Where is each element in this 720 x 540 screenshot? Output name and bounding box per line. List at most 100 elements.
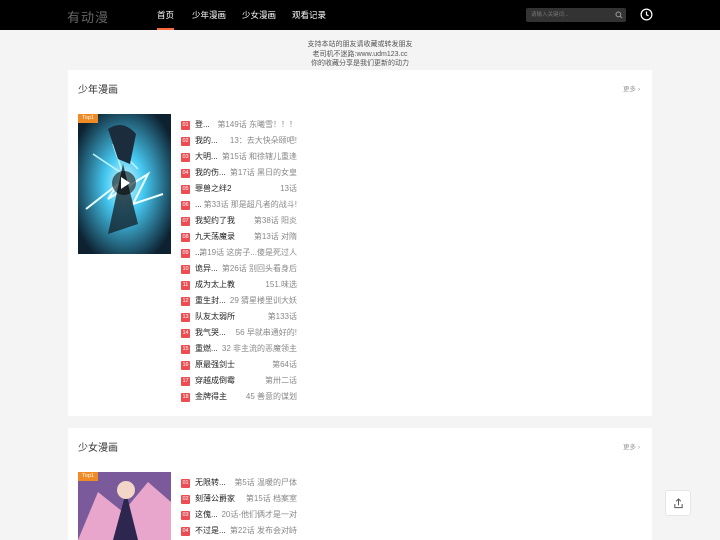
chapter-label[interactable]: 32 非主流的恶魔领主	[222, 343, 297, 355]
list-item[interactable]: 16 原最强剑士 第64话	[181, 358, 297, 372]
chapter-label[interactable]: 13：去大快朵颐吧!	[230, 135, 297, 147]
list-item[interactable]: 05 罪兽之绊2 13话	[181, 182, 297, 196]
rank-number: 02	[181, 137, 190, 146]
comic-title[interactable]: ...	[195, 199, 202, 211]
list-item[interactable]: 04 不过是... 第22话 发布会对峙	[181, 524, 297, 538]
clock-icon[interactable]	[640, 8, 653, 21]
rank-badge: Top1	[78, 472, 98, 481]
more-link[interactable]: 更多 ›	[623, 83, 640, 93]
list-item[interactable]: 01 无限转... 第5话 温暖的尸体	[181, 476, 297, 490]
rank-number: 05	[181, 185, 190, 194]
rank-number: 04	[181, 527, 190, 536]
comic-title[interactable]: 重燃...	[195, 343, 218, 355]
chapter-label[interactable]: 第64话	[272, 359, 297, 371]
rank-number: 11	[181, 281, 190, 290]
notice-line: 支持本站的朋友请收藏或转发朋友	[307, 41, 413, 48]
chapter-label[interactable]: 第33话 那是超凡者的战斗!	[204, 199, 297, 211]
rank-number: 15	[181, 345, 190, 354]
chapter-label[interactable]: 第149话 东曦雪！！！	[217, 119, 297, 131]
comic-title[interactable]: 队友太弱所	[195, 311, 235, 323]
list-item[interactable]: 13 队友太弱所 第133话	[181, 310, 297, 324]
share-button[interactable]	[665, 490, 691, 516]
chapter-label[interactable]: 第卅二话	[265, 375, 297, 387]
rank-number: 07	[181, 217, 190, 226]
share-icon	[674, 498, 683, 509]
chapter-label[interactable]: 第133话	[268, 311, 297, 323]
search-input[interactable]	[526, 8, 612, 22]
cover-image[interactable]: Top1	[78, 472, 171, 540]
play-icon[interactable]	[112, 171, 136, 195]
chapter-label[interactable]: 29 猜星楼里训大妖	[230, 295, 297, 307]
rank-number: 06	[181, 201, 190, 210]
more-link[interactable]: 更多 ›	[623, 441, 640, 451]
cover-image[interactable]: Top1	[78, 114, 171, 254]
chapter-label[interactable]: 第38话 阳炎	[254, 215, 297, 227]
rank-number: 10	[181, 265, 190, 274]
chapter-label[interactable]: 第15话 和徐辖儿重逢	[222, 151, 297, 163]
rank-number: 16	[181, 361, 190, 370]
chapter-label[interactable]: 20话-他们俩才是一对	[221, 509, 297, 521]
comic-title[interactable]: 这傀...	[195, 509, 218, 521]
comic-title[interactable]: 我的...	[195, 135, 218, 147]
list-item[interactable]: 01 登... 第149话 东曦雪！！！	[181, 118, 297, 132]
chapter-label[interactable]: 第17话 黑日的女皇	[230, 167, 297, 179]
chapter-label[interactable]: 13话	[280, 183, 297, 195]
list-item[interactable]: 02 刻薄公爵家 第15话 档案室	[181, 492, 297, 506]
comic-title[interactable]: 九天荡魔录	[195, 231, 235, 243]
list-item[interactable]: 14 我气哭... 56 早就串通好的!	[181, 326, 297, 340]
rank-number: 14	[181, 329, 190, 338]
comic-title[interactable]: 原最强剑士	[195, 359, 235, 371]
comic-title[interactable]: 重生封...	[195, 295, 226, 307]
nav-home[interactable]: 首页	[157, 0, 175, 30]
list-item[interactable]: 02 我的... 13：去大快朵颐吧!	[181, 134, 297, 148]
comic-title[interactable]: 我契约了我	[195, 215, 235, 227]
chapter-label[interactable]: 第13话 对隋	[254, 231, 297, 243]
comic-title[interactable]: 无限转...	[195, 477, 226, 489]
comic-title[interactable]: 穿越成倒霉	[195, 375, 235, 387]
list-item[interactable]: 09... 第19话 这房子...傻是死过人	[181, 246, 297, 260]
comic-title[interactable]: 我的伤...	[195, 167, 226, 179]
site-logo[interactable]: 有动漫	[67, 7, 109, 26]
rank-number: 01	[181, 479, 190, 488]
top-bar: 有动漫 首页 少年漫画 少女漫画 观看记录	[0, 0, 720, 30]
list-item[interactable]: 06... 第33话 那是超凡者的战斗!	[181, 198, 297, 212]
chapter-label[interactable]: 151.味选	[265, 279, 297, 291]
notice-line: 老司机不迷路:www.udm123.cc	[312, 50, 408, 58]
list-item[interactable]: 08 九天荡魔录 第13话 对隋	[181, 230, 297, 244]
list-item[interactable]: 03 这傀... 20话-他们俩才是一对	[181, 508, 297, 522]
list-item[interactable]: 11 成为太上教 151.味选	[181, 278, 297, 292]
chapter-label[interactable]: 56 早就串通好的!	[236, 327, 297, 339]
comic-title[interactable]: 大明...	[195, 151, 218, 163]
notice-line: 你的收藏分享是我们更新的动力	[311, 60, 409, 67]
comic-title[interactable]: 登...	[195, 119, 210, 131]
list-item[interactable]: 17 穿越成倒霉 第卅二话	[181, 374, 297, 388]
notice-banner: 支持本站的朋友请收藏或转发朋友 老司机不迷路:www.udm123.cc 你的收…	[0, 40, 720, 69]
chapter-label[interactable]: 第15话 档案室	[246, 493, 297, 505]
nav-shonen[interactable]: 少年漫画	[192, 0, 226, 30]
chapter-label[interactable]: 第22话 发布会对峙	[230, 525, 297, 537]
comic-title[interactable]: 诡异...	[195, 263, 218, 275]
nav-shojo[interactable]: 少女漫画	[242, 0, 276, 30]
comic-title[interactable]: 刻薄公爵家	[195, 493, 235, 505]
chapter-label[interactable]: 第5话 温暖的尸体	[234, 477, 297, 489]
list-item[interactable]: 03 大明... 第15话 和徐辖儿重逢	[181, 150, 297, 164]
list-item[interactable]: 12 重生封... 29 猜星楼里训大妖	[181, 294, 297, 308]
list-item[interactable]: 18 金牌得主 45 善意的谋划	[181, 390, 297, 404]
chapter-label[interactable]: 第19话 这房子...傻是死过人	[199, 247, 297, 259]
rank-number: 17	[181, 377, 190, 386]
comic-title[interactable]: 我气哭...	[195, 327, 226, 339]
list-item[interactable]: 04 我的伤... 第17话 黑日的女皇	[181, 166, 297, 180]
rank-number: 08	[181, 233, 190, 242]
comic-title[interactable]: 罪兽之绊2	[195, 183, 231, 195]
chapter-label[interactable]: 45 善意的谋划	[246, 391, 297, 403]
list-item[interactable]: 10 诡异... 第26话 别回头看身后	[181, 262, 297, 276]
comic-title[interactable]: 金牌得主	[195, 391, 227, 403]
list-item[interactable]: 07 我契约了我 第38话 阳炎	[181, 214, 297, 228]
cover-art	[78, 472, 171, 540]
comic-title[interactable]: 成为太上教	[195, 279, 235, 291]
list-item[interactable]: 15 重燃... 32 非主流的恶魔领主	[181, 342, 297, 356]
search-icon[interactable]	[615, 11, 623, 19]
nav-history[interactable]: 观看记录	[292, 0, 326, 30]
comic-title[interactable]: 不过是...	[195, 525, 226, 537]
chapter-label[interactable]: 第26话 别回头看身后	[222, 263, 297, 275]
